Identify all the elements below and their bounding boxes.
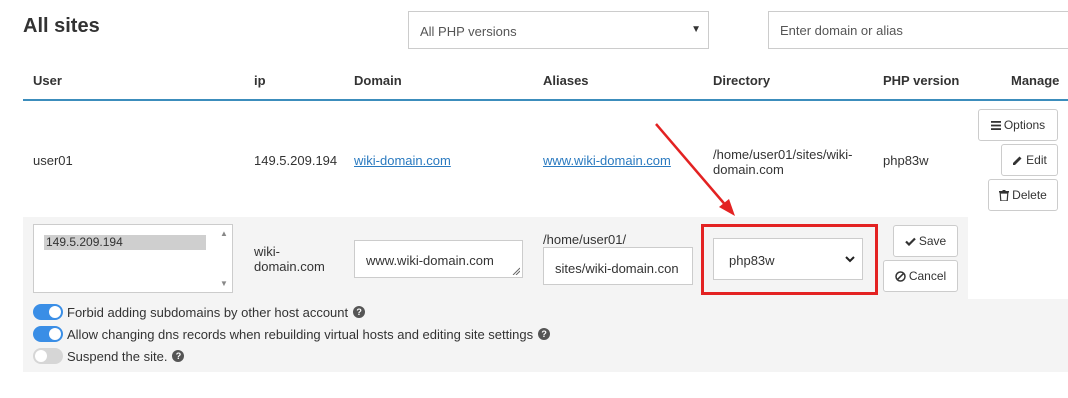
annotation-arrow [655,123,735,216]
